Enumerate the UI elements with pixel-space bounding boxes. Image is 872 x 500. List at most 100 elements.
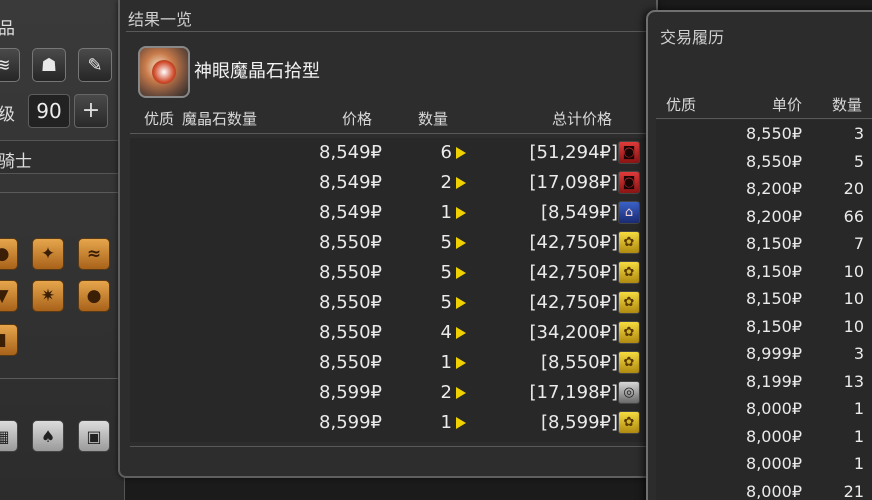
history-unit-price: 8,000₽ (746, 426, 802, 446)
armor-category-icon[interactable]: ☗ (32, 48, 66, 82)
cat-face-icon[interactable]: ◙ (618, 171, 640, 194)
table-row[interactable]: 8,550₽ 1 [8,550₽] ✿ (130, 348, 652, 378)
history-unit-price: 8,550₽ (746, 151, 802, 171)
history-unit-price: 8,200₽ (746, 179, 802, 198)
history-quantity: 20 (843, 179, 864, 198)
level-plus-button[interactable]: + (74, 94, 108, 128)
row-price: 8,549₽ (319, 202, 382, 223)
row-total: [34,200₽] (529, 322, 618, 343)
column-header-unit-price[interactable]: 单价 (772, 94, 802, 115)
history-quantity: 3 (853, 344, 864, 363)
flower-icon[interactable]: ✿ (618, 261, 640, 284)
column-header-total[interactable]: 总计价格 (552, 108, 612, 129)
cat-face-icon[interactable]: ◙ (618, 141, 640, 164)
divider (130, 446, 652, 447)
history-row: 8,999₽ 3 (656, 340, 872, 368)
row-total: [8,599₽] (540, 412, 618, 433)
history-unit-price: 8,000₽ (746, 399, 802, 418)
history-unit-price: 8,150₽ (746, 316, 802, 336)
history-quantity: 5 (853, 151, 864, 171)
job-label: 骑士 (0, 152, 32, 172)
table-row[interactable]: 8,599₽ 2 [17,198₽] ◎ (130, 378, 652, 408)
history-quantity: 1 (853, 454, 864, 473)
job-select[interactable]: 骑士 (0, 140, 118, 174)
table-row[interactable]: 8,549₽ 1 [8,549₽] ⌂ (130, 198, 652, 228)
column-header-hq[interactable]: 优质 (144, 108, 174, 129)
table-row[interactable]: 8,550₽ 4 [34,200₽] ✿ (130, 318, 652, 348)
level-input[interactable]: 90 (28, 94, 70, 128)
row-price: 8,549₽ (319, 142, 382, 163)
play-arrow-icon (456, 147, 466, 159)
fish-category-icon[interactable]: ≋ (0, 48, 20, 82)
table-row[interactable]: 8,550₽ 5 [42,750₽] ✿ (130, 258, 652, 288)
history-quantity: 21 (843, 481, 864, 500)
row-price: 8,599₽ (319, 412, 382, 433)
history-row: 8,550₽ 3 (656, 120, 872, 148)
row-quantity: 1 (440, 352, 452, 373)
box-category-icon[interactable]: ▣ (78, 420, 110, 452)
materia-item-icon[interactable] (138, 46, 190, 98)
history-quantity: 1 (853, 426, 864, 446)
flower-icon[interactable]: ✿ (618, 351, 640, 374)
history-quantity: 10 (843, 316, 864, 336)
table-row[interactable]: 8,550₽ 5 [42,750₽] ✿ (130, 228, 652, 258)
swirl-icon[interactable]: ◎ (618, 381, 640, 404)
play-arrow-icon (456, 177, 466, 189)
column-header-hq[interactable]: 优质 (666, 94, 696, 115)
history-unit-price: 8,200₽ (746, 206, 802, 226)
meat-category-icon[interactable]: ● (0, 238, 18, 270)
row-quantity: 2 (440, 382, 452, 403)
row-quantity: 5 (440, 262, 452, 283)
history-unit-price: 8,550₽ (746, 124, 802, 143)
row-quantity: 5 (440, 292, 452, 313)
history-row: 8,000₽ 1 (656, 450, 872, 478)
row-total: [8,550₽] (540, 352, 618, 373)
row-quantity: 4 (440, 322, 452, 343)
row-quantity: 5 (440, 232, 452, 253)
column-header-qty[interactable]: 数量 (418, 108, 448, 129)
history-unit-price: 8,150₽ (746, 289, 802, 308)
gear-category-icon[interactable]: ✷ (32, 280, 64, 312)
flower-icon[interactable]: ✿ (618, 291, 640, 314)
column-header-qty[interactable]: 数量 (832, 94, 862, 115)
play-arrow-icon (456, 207, 466, 219)
row-quantity: 2 (440, 172, 452, 193)
divider (0, 192, 120, 193)
row-total: [42,750₽] (529, 232, 618, 253)
table-row[interactable]: 8,549₽ 2 [17,098₽] ◙ (130, 168, 652, 198)
table-row[interactable]: 8,550₽ 5 [42,750₽] ✿ (130, 288, 652, 318)
column-header-price[interactable]: 价格 (342, 108, 372, 129)
tree-category-icon[interactable]: ♠ (32, 420, 64, 452)
play-arrow-icon (456, 357, 466, 369)
fish-food-category-icon[interactable]: ≈ (78, 238, 110, 270)
row-total: [51,294₽] (529, 142, 618, 163)
column-header-materia[interactable]: 魔晶石数量 (182, 108, 257, 129)
row-price: 8,549₽ (319, 172, 382, 193)
search-panel: 品 ≋ ☗ ✎ 级 90 + 骑士 ● ✦ ≈ ▼ ✷ ● ▮ ▦ ♠ ▣ (0, 0, 125, 500)
row-total: [17,198₽] (529, 382, 618, 403)
flower-icon[interactable]: ✿ (618, 231, 640, 254)
window-title: 交易履历 (660, 28, 725, 47)
table-row[interactable]: 8,549₽ 6 [51,294₽] ◙ (130, 138, 652, 168)
history-row: 8,150₽ 10 (656, 313, 872, 341)
play-arrow-icon (456, 327, 466, 339)
orb-category-icon[interactable]: ● (78, 280, 110, 312)
misc-category-icon[interactable]: ▮ (0, 324, 18, 356)
results-window: 结果一览 神眼魔晶石拾型 优质 魔晶石数量 价格 数量 总计价格 8,549₽ 6… (118, 0, 658, 478)
drink-category-icon[interactable]: ▼ (0, 280, 18, 312)
divider (656, 118, 872, 119)
history-row: 8,550₽ 5 (656, 148, 872, 176)
table-row[interactable]: 8,599₽ 1 [8,599₽] ✿ (130, 408, 652, 438)
row-price: 8,550₽ (319, 262, 382, 283)
flower-icon[interactable]: ✿ (618, 411, 640, 434)
history-unit-price: 8,150₽ (746, 261, 802, 281)
divider (130, 133, 652, 134)
quill-category-icon[interactable]: ✎ (78, 48, 112, 82)
history-quantity: 66 (843, 206, 864, 226)
cutlery-category-icon[interactable]: ✦ (32, 238, 64, 270)
flower-icon[interactable]: ✿ (618, 321, 640, 344)
history-row: 8,000₽ 21 (656, 478, 872, 500)
house-icon[interactable]: ⌂ (618, 201, 640, 224)
grid-category-icon[interactable]: ▦ (0, 420, 18, 452)
row-price: 8,550₽ (319, 292, 382, 313)
